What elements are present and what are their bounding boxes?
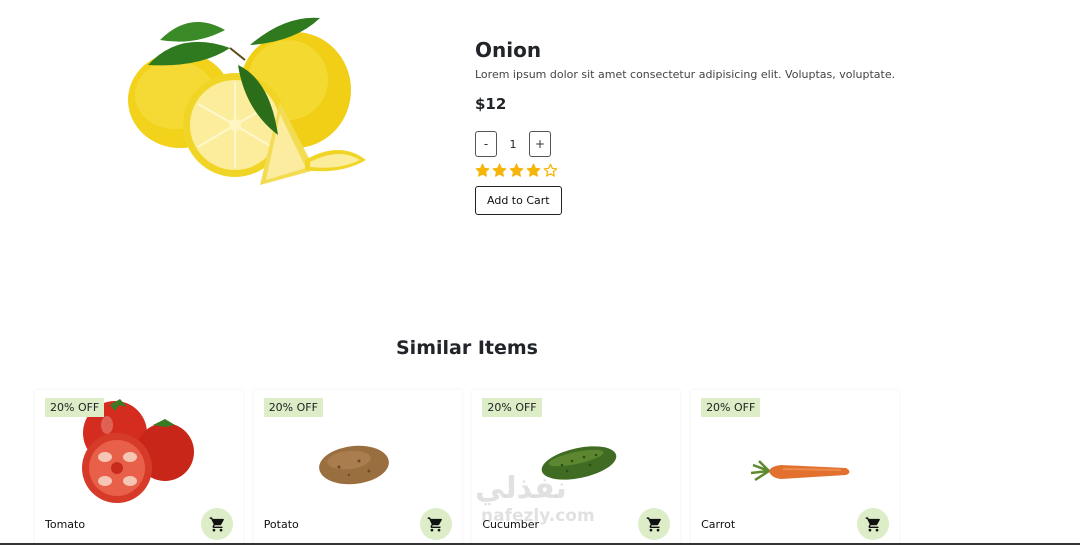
rating-stars — [475, 163, 1035, 178]
product-card[interactable]: 20% OFF Cucumber — [472, 390, 681, 545]
star-outline-icon — [543, 163, 558, 177]
quantity-value[interactable]: 1 — [497, 131, 529, 157]
add-to-cart-button[interactable]: Add to Cart — [475, 186, 562, 215]
product-name: Potato — [263, 518, 299, 531]
product-card[interactable]: 20% OFF Carrot — [691, 390, 900, 545]
cart-icon — [427, 516, 443, 532]
star-filled-icon — [509, 163, 524, 177]
product-details: Onion Lorem ipsum dolor sit amet consect… — [475, 36, 1035, 215]
add-to-cart-icon-button[interactable] — [201, 508, 233, 540]
discount-badge: 20% OFF — [701, 398, 761, 417]
product-card[interactable]: 20% OFF Tomato — [35, 390, 243, 545]
add-to-cart-icon-button[interactable] — [638, 508, 671, 540]
star-filled-icon — [475, 163, 490, 177]
decrement-button[interactable]: - — [475, 131, 497, 157]
add-to-cart-icon-button[interactable] — [419, 508, 452, 540]
product-price: $12 — [475, 95, 507, 113]
product-name: Tomato — [45, 518, 86, 531]
quantity-stepper: - 1 + — [475, 131, 1035, 157]
cart-icon — [646, 516, 661, 532]
product-description: Lorem ipsum dolor sit amet consectetur a… — [475, 68, 896, 81]
star-filled-icon — [526, 163, 541, 177]
product-image — [120, 10, 380, 190]
discount-badge: 20% OFF — [45, 398, 105, 417]
add-to-cart-icon-button[interactable] — [857, 508, 890, 540]
discount-badge: 20% OFF — [482, 398, 542, 417]
product-name: Cucumber — [482, 518, 540, 531]
product-card[interactable]: 20% OFF Potato — [253, 390, 462, 545]
similar-items-title: Similar Items — [396, 337, 538, 359]
star-filled-icon — [492, 163, 507, 177]
similar-items-list: 20% OFF Tomato 20% OFF Potato 20% OFF Cu… — [35, 390, 910, 545]
increment-button[interactable]: + — [529, 131, 551, 157]
cart-icon — [209, 516, 224, 532]
lemon-image — [128, 17, 366, 185]
cart-icon — [865, 516, 880, 532]
discount-badge: 20% OFF — [263, 398, 323, 417]
product-name: Carrot — [701, 518, 736, 531]
product-title: Onion — [475, 38, 542, 62]
